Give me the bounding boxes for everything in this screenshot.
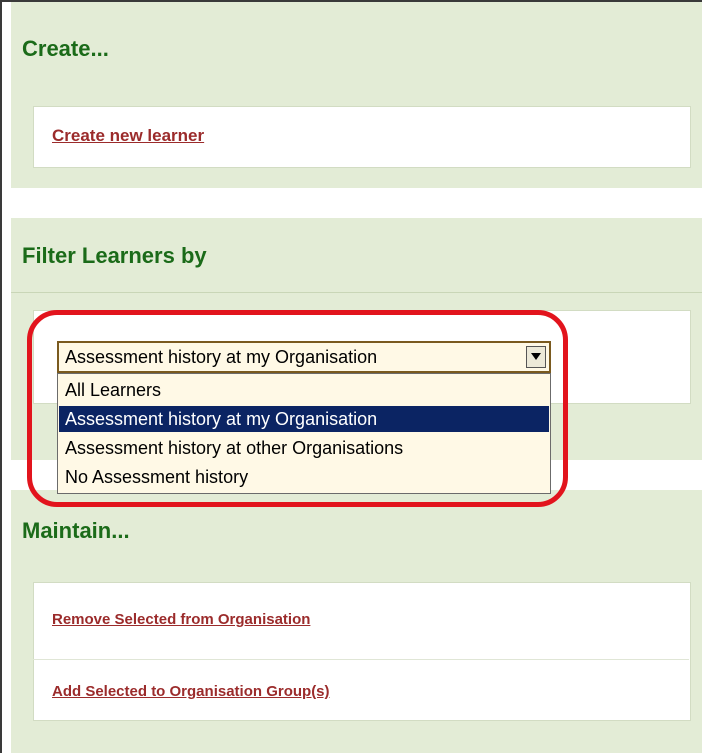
window-border-left: [0, 0, 2, 753]
maintain-section-title: Maintain...: [22, 518, 130, 543]
option-no-assessment-history[interactable]: No Assessment history: [59, 464, 549, 490]
page-frame: Create... Create new learner Filter Lear…: [0, 0, 702, 753]
option-history-my-organisation[interactable]: Assessment history at my Organisation: [59, 406, 549, 432]
add-to-group-link[interactable]: Add Selected to Organisation Group(s): [52, 683, 330, 700]
chevron-down-icon: [531, 353, 541, 360]
option-all-learners[interactable]: All Learners: [59, 377, 549, 403]
create-new-learner-link[interactable]: Create new learner: [52, 126, 204, 146]
filter-options-list: All Learners Assessment history at my Or…: [57, 373, 551, 494]
select-dropdown-button[interactable]: [526, 346, 546, 368]
filter-learners-select[interactable]: Assessment history at my Organisation: [57, 341, 551, 373]
create-section-title: Create...: [22, 36, 109, 61]
filter-panel-separator: [11, 292, 702, 293]
option-history-other-organisations[interactable]: Assessment history at other Organisation…: [59, 435, 549, 461]
remove-selected-link[interactable]: Remove Selected from Organisation: [52, 611, 310, 628]
select-current-value: Assessment history at my Organisation: [65, 347, 378, 367]
maintain-links-box: [33, 582, 691, 721]
filter-section-title: Filter Learners by: [22, 243, 207, 268]
maintain-links-divider: [33, 659, 689, 660]
